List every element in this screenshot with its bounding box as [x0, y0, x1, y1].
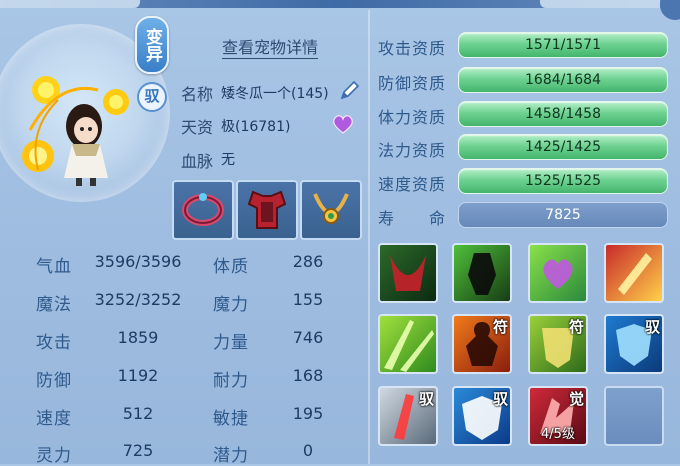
aptitude-label: 法力资质: [378, 141, 447, 160]
skill-slot[interactable]: 觉 4/5级: [528, 386, 588, 446]
skill-tag-badge: 符: [492, 318, 508, 336]
stat-value: 512: [122, 404, 154, 423]
skill-slot[interactable]: 驭: [378, 386, 438, 446]
stat-label: 魔法: [36, 295, 72, 315]
bloodline-label: 血脉: [181, 152, 214, 171]
aptitude-bar: 1525/1525: [458, 168, 668, 194]
stat-label: 速度: [36, 409, 72, 429]
stat-label: 魔力: [213, 295, 249, 315]
skill-level-label: 4/5级: [541, 427, 575, 442]
name-label: 名称: [181, 85, 214, 104]
shadow-warrior-skill-icon: [468, 253, 496, 295]
aptitude-bar: 1684/1684: [458, 67, 668, 93]
bleed-skill-icon: [390, 255, 426, 291]
stat-label: 气血: [36, 257, 72, 277]
stat-value: 746: [292, 328, 324, 347]
skill-slot[interactable]: [604, 243, 664, 303]
purple-heart-icon: [333, 115, 353, 134]
scroll-strike-skill-icon: [618, 253, 652, 295]
equipment-slot-ring[interactable]: [172, 180, 234, 240]
pencil-icon[interactable]: [338, 78, 362, 102]
necklace-equipment-icon: [313, 193, 349, 224]
aptitude-label: 天资: [181, 118, 214, 137]
skill-tag-badge: 驭: [418, 390, 434, 408]
skill-slot[interactable]: [528, 243, 588, 303]
stat-value: 155: [292, 290, 324, 309]
equipment-slot-necklace[interactable]: [300, 180, 362, 240]
stat-label: 耐力: [213, 371, 249, 391]
green-rays-skill-icon: [384, 320, 434, 372]
stat-label: 敏捷: [213, 409, 249, 429]
skill-slot[interactable]: 驭: [452, 386, 512, 446]
stat-value: 725: [122, 441, 154, 460]
top-frame-left-tab: [0, 0, 140, 8]
skill-tag-badge: 符: [568, 318, 584, 336]
aptitude-label: 体力资质: [378, 108, 447, 127]
view-pet-details-link[interactable]: 查看宠物详情: [222, 34, 318, 58]
skill-glyph: [384, 320, 434, 372]
aptitude-bar: 1458/1458: [458, 101, 668, 127]
stat-label: 灵力: [36, 446, 72, 466]
equipment-slot-armor[interactable]: [236, 180, 298, 240]
pet-avatar-figure: [22, 76, 129, 186]
skill-tag-badge: 觉: [568, 390, 584, 408]
stat-value: 286: [292, 252, 324, 271]
aptitude-bar: 1425/1425: [458, 134, 668, 160]
skill-slot-empty[interactable]: [604, 386, 664, 446]
skill-tag-badge: 驭: [492, 390, 508, 408]
stat-value: 168: [292, 366, 324, 385]
stat-value: 1859: [117, 328, 159, 347]
variant-badge: 变异: [135, 16, 169, 74]
skill-tag-badge: 驭: [644, 318, 660, 336]
top-frame-right-tab: [540, 0, 660, 8]
ride-badge[interactable]: 驭: [137, 82, 167, 112]
skill-glyph: [618, 253, 652, 295]
skill-slot[interactable]: [378, 243, 438, 303]
skill-glyph: [543, 259, 573, 289]
stat-value: 3596/3596: [94, 252, 182, 271]
armor-equipment-icon: [247, 190, 287, 229]
stat-label: 防御: [36, 371, 72, 391]
stat-label: 攻击: [36, 333, 72, 353]
stat-label: 力量: [213, 333, 249, 353]
life-label: 寿 命: [378, 209, 447, 228]
skill-glyph: [468, 253, 496, 295]
stat-label: 潜力: [213, 446, 249, 466]
top-frame: [0, 0, 680, 8]
corner-ornament: [660, 0, 680, 20]
panel-divider: [368, 10, 370, 464]
aptitude-label: 攻击资质: [378, 39, 447, 58]
skill-glyph: [390, 255, 426, 291]
stat-value: 3252/3252: [94, 290, 182, 309]
pet-aptitude: 极(16781): [221, 119, 291, 135]
aptitude-bar: 1571/1571: [458, 32, 668, 58]
skill-glyph: [394, 394, 414, 440]
skill-slot[interactable]: [452, 243, 512, 303]
skill-slot[interactable]: [378, 314, 438, 374]
stat-label: 体质: [213, 257, 249, 277]
pet-name: 矮冬瓜一个(145): [221, 86, 329, 102]
skill-slot[interactable]: 符: [528, 314, 588, 374]
stat-value: 1192: [117, 366, 159, 385]
stat-value: 195: [292, 404, 324, 423]
pet-bloodline: 无: [221, 152, 235, 168]
aptitude-label: 速度资质: [378, 175, 447, 194]
ring-equipment-icon: [182, 193, 224, 226]
heart-burst-skill-icon: [543, 259, 573, 289]
skill-slot[interactable]: 符: [452, 314, 512, 374]
stat-value: 0: [302, 441, 314, 460]
life-bar: 7825: [458, 202, 668, 228]
aptitude-label: 防御资质: [378, 74, 447, 93]
skill-slot[interactable]: 驭: [604, 314, 664, 374]
